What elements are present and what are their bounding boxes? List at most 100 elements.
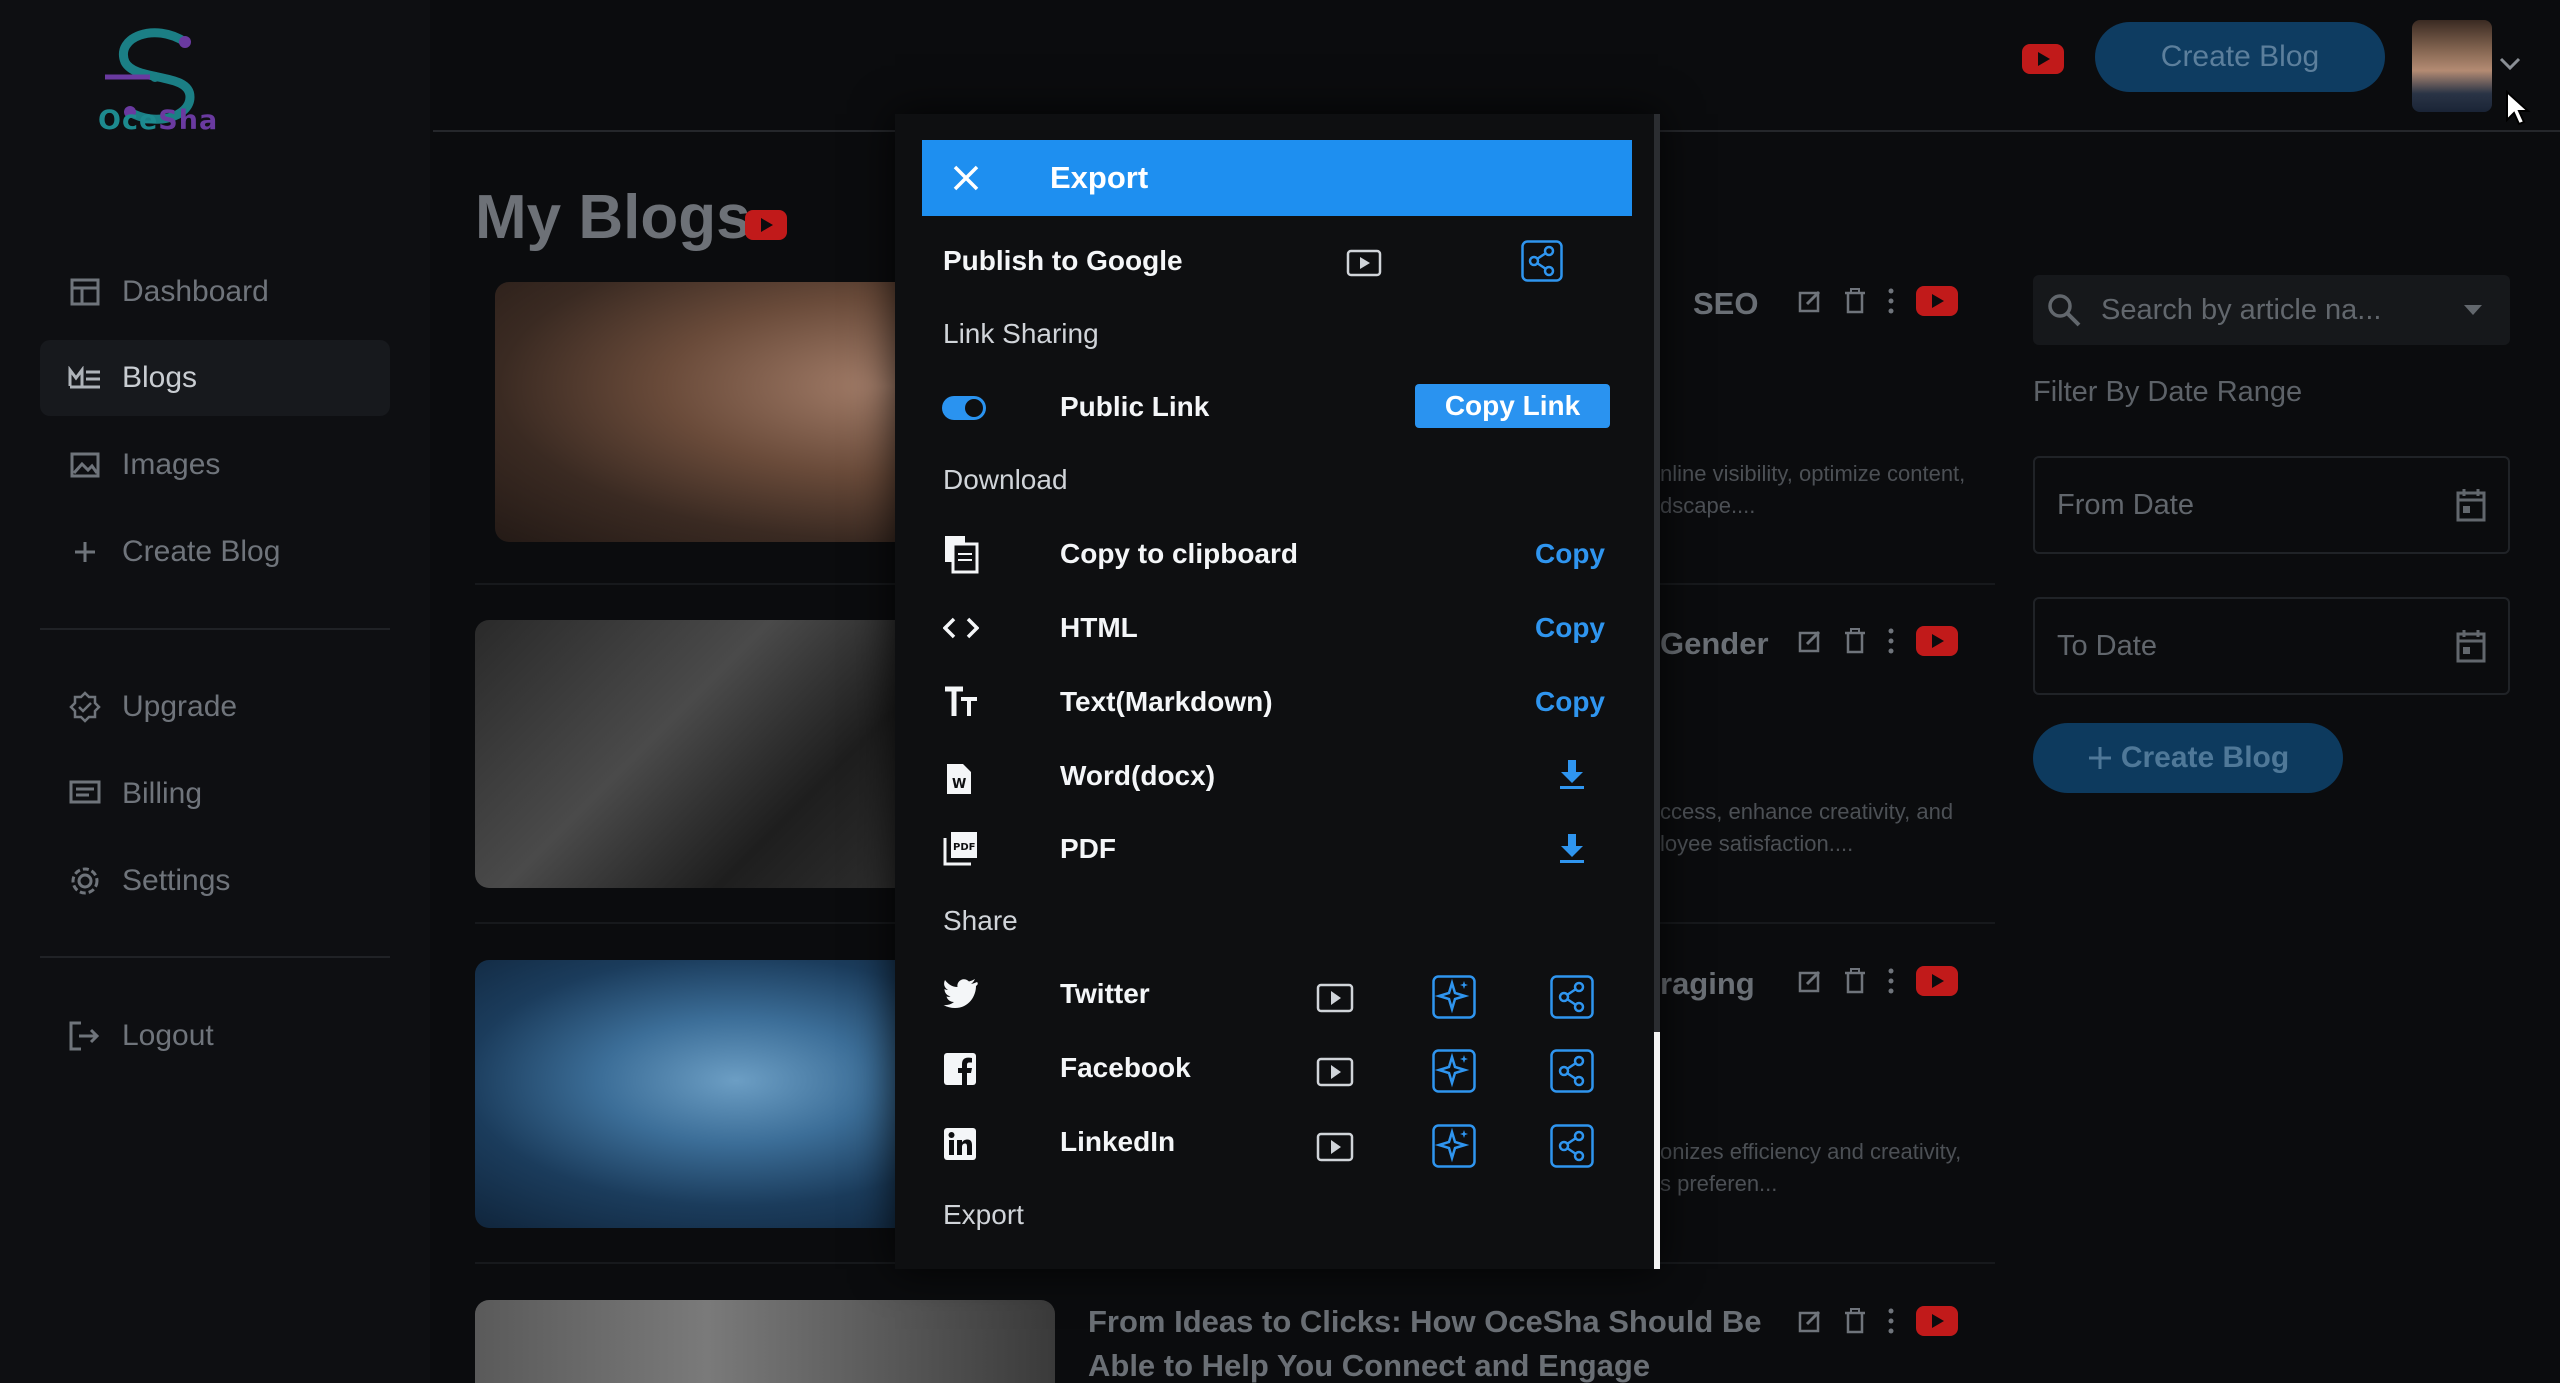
search-input[interactable]: Search by article na... <box>2033 275 2510 345</box>
youtube-icon[interactable] <box>1916 1306 1958 1336</box>
close-icon[interactable] <box>952 164 980 192</box>
card-actions <box>1798 1306 1958 1336</box>
youtube-icon[interactable] <box>2022 44 2064 74</box>
youtube-icon[interactable] <box>1916 286 1958 316</box>
create-blog-button[interactable]: Create Blog <box>2095 22 2385 92</box>
delete-icon[interactable] <box>1844 1308 1866 1334</box>
youtube-icon[interactable] <box>1916 966 1958 996</box>
clipboard-icon <box>945 536 979 574</box>
share-icon[interactable] <box>1550 975 1594 1019</box>
publish-google-label: Publish to Google <box>943 245 1183 276</box>
ai-sparkle-icon[interactable] <box>1432 1049 1476 1093</box>
sidebar-item-billing[interactable]: Billing <box>40 756 390 832</box>
calendar-icon[interactable] <box>2456 629 2486 663</box>
public-link-label: Public Link <box>1060 391 1210 422</box>
modal-header: Export <box>922 140 1632 216</box>
create-blog-button[interactable]: Create Blog <box>2033 723 2343 793</box>
edit-icon[interactable] <box>1798 629 1822 653</box>
delete-icon[interactable] <box>1844 968 1866 994</box>
copy-clipboard-button[interactable]: Copy <box>1535 538 1605 570</box>
sidebar-item-dashboard[interactable]: Dashboard <box>40 254 390 330</box>
plus-icon <box>2088 747 2111 769</box>
modal-scrollbar[interactable] <box>1654 114 1660 1269</box>
blogs-icon <box>66 366 104 390</box>
video-play-icon[interactable] <box>1316 1057 1354 1087</box>
youtube-icon[interactable] <box>1916 626 1958 656</box>
public-link-toggle[interactable] <box>942 396 986 420</box>
twitter-icon <box>943 979 978 1008</box>
from-date-field[interactable]: From Date <box>2033 456 2510 554</box>
to-date-field[interactable]: To Date <box>2033 597 2510 695</box>
dashboard-icon <box>66 278 104 306</box>
upgrade-icon <box>66 691 104 723</box>
avatar[interactable] <box>2412 20 2492 112</box>
blog-title[interactable]: From Ideas to Clicks: How OceSha Should … <box>1088 1300 1788 1383</box>
ai-sparkle-icon[interactable] <box>1432 975 1476 1019</box>
sidebar-item-upgrade[interactable]: Upgrade <box>40 669 390 745</box>
svg-text:PDF: PDF <box>953 842 975 853</box>
more-options-icon[interactable] <box>1888 628 1894 654</box>
card-actions <box>1798 286 1958 316</box>
edit-icon[interactable] <box>1798 969 1822 993</box>
word-label: Word(docx) <box>1060 760 1216 791</box>
calendar-icon[interactable] <box>2456 488 2486 522</box>
card-actions <box>1798 626 1958 656</box>
blog-title[interactable]: SEO <box>1693 286 1758 322</box>
code-icon <box>943 617 979 639</box>
delete-icon[interactable] <box>1844 288 1866 314</box>
download-icon[interactable] <box>1558 832 1586 864</box>
twitter-label: Twitter <box>1060 978 1150 1009</box>
download-icon[interactable] <box>1558 758 1586 790</box>
more-options-icon[interactable] <box>1888 1308 1894 1334</box>
plus-icon <box>66 540 104 564</box>
images-icon <box>66 452 104 478</box>
blog-title[interactable]: raging <box>1660 966 1755 1002</box>
chevron-down-icon[interactable] <box>2498 56 2522 72</box>
blog-title[interactable]: Gender <box>1660 626 1769 662</box>
share-icon[interactable] <box>1550 1124 1594 1168</box>
linkedin-label: LinkedIn <box>1060 1126 1176 1157</box>
youtube-icon[interactable] <box>745 210 787 240</box>
mouse-cursor-icon <box>2506 90 2531 126</box>
delete-icon[interactable] <box>1844 628 1866 654</box>
video-play-icon[interactable] <box>1316 1132 1354 1162</box>
video-play-icon[interactable] <box>1316 983 1354 1013</box>
blog-description: nline visibility, optimize content, dscap… <box>1660 461 1966 518</box>
search-icon <box>2048 294 2081 327</box>
blog-thumbnail[interactable] <box>475 1300 1055 1383</box>
sidebar-divider <box>40 628 390 630</box>
html-label: HTML <box>1060 612 1138 643</box>
billing-icon <box>66 780 104 808</box>
sidebar-item-images[interactable]: Images <box>40 427 390 503</box>
page-title: My Blogs <box>475 183 751 252</box>
caret-down-icon[interactable] <box>2464 305 2482 315</box>
more-options-icon[interactable] <box>1888 968 1894 994</box>
sidebar-item-create-blog[interactable]: Create Blog <box>40 514 390 590</box>
edit-icon[interactable] <box>1798 1309 1822 1333</box>
sidebar-item-logout[interactable]: Logout <box>40 998 390 1074</box>
word-document-icon: W <box>947 764 971 794</box>
export-heading: Export <box>943 1199 1024 1230</box>
pdf-label: PDF <box>1060 833 1116 864</box>
video-play-icon[interactable] <box>1346 249 1382 277</box>
more-options-icon[interactable] <box>1888 288 1894 314</box>
sidebar-item-settings[interactable]: Settings <box>40 843 390 919</box>
copy-markdown-button[interactable]: Copy <box>1535 686 1605 718</box>
modal-title: Export <box>1050 160 1149 195</box>
link-sharing-heading: Link Sharing <box>943 318 1099 349</box>
share-icon[interactable] <box>1521 240 1563 282</box>
logout-icon <box>66 1021 104 1051</box>
share-heading: Share <box>943 905 1018 936</box>
linkedin-icon <box>944 1128 976 1160</box>
share-icon[interactable] <box>1550 1049 1594 1093</box>
brand-name: OceSha <box>98 105 219 136</box>
facebook-icon <box>944 1053 976 1086</box>
copy-link-button[interactable]: Copy Link <box>1415 384 1610 428</box>
scrollbar-thumb[interactable] <box>1654 1032 1660 1269</box>
sidebar-item-blogs[interactable]: Blogs <box>40 340 390 416</box>
ai-sparkle-icon[interactable] <box>1432 1124 1476 1168</box>
edit-icon[interactable] <box>1798 289 1822 313</box>
copy-html-button[interactable]: Copy <box>1535 612 1605 644</box>
download-heading: Download <box>943 464 1068 495</box>
sidebar: OceSha Dashboard Blogs Images Create Blo… <box>0 0 430 1383</box>
